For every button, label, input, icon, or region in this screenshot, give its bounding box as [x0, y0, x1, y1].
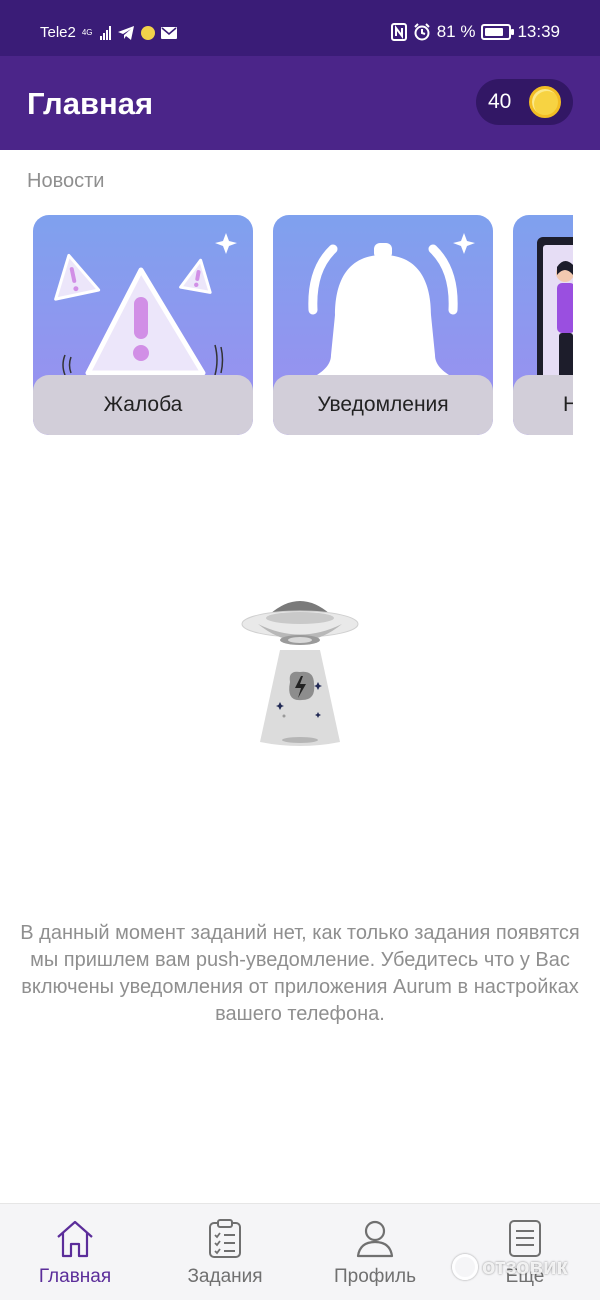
watermark: отзовик [452, 1254, 568, 1280]
news-card-label: Жалоба [33, 375, 253, 435]
bottom-nav: Главная Задания Профиль Еще [0, 1203, 600, 1300]
home-icon [57, 1220, 93, 1258]
alarm-icon [413, 23, 430, 41]
status-bar: Tele2 4G 81 % 13:39 [0, 0, 600, 56]
watermark-text: отзовик [482, 1254, 568, 1279]
nav-item-tasks[interactable]: Задания [150, 1204, 300, 1300]
signal-icon [99, 25, 111, 40]
network-type: 4G [81, 27, 93, 37]
nav-label: Профиль [333, 1266, 417, 1287]
news-card-notifications[interactable]: Уведомления [273, 215, 493, 435]
news-card-label: Уведомления [273, 375, 493, 435]
watermark-logo-icon [452, 1254, 478, 1280]
nav-item-more[interactable]: Еще [450, 1204, 600, 1300]
carrier-name: Tele2 [40, 24, 76, 41]
person-icon [537, 237, 573, 385]
nav-item-profile[interactable]: Профиль [300, 1204, 450, 1300]
coin-balance: 40 [488, 90, 512, 113]
battery-percent: 81 % [436, 22, 476, 41]
telegram-icon [117, 25, 134, 40]
news-section-title: Новости [27, 170, 105, 192]
nfc-icon [390, 23, 407, 41]
mail-icon [160, 26, 177, 39]
news-carousel[interactable]: Жалоба Уведомления Н [33, 215, 573, 437]
coin-balance-badge[interactable]: 40 [476, 79, 573, 125]
emoji-icon [140, 25, 155, 40]
nav-label: Задания [187, 1266, 263, 1287]
clock: 13:39 [517, 22, 560, 41]
news-card-third[interactable]: Н [513, 215, 573, 435]
bell-icon [308, 233, 475, 375]
nav-label: Главная [38, 1266, 112, 1287]
empty-tasks-message: В данный момент заданий нет, как только … [20, 922, 580, 1025]
news-card-label: Н [513, 375, 573, 435]
profile-icon [356, 1220, 394, 1258]
ufo-icon [241, 601, 359, 746]
more-icon [509, 1220, 541, 1257]
coin-icon [529, 86, 561, 118]
battery-icon [481, 24, 515, 40]
nav-item-home[interactable]: Главная [0, 1204, 150, 1300]
warning-icon [54, 233, 237, 376]
clipboard-icon [209, 1219, 241, 1258]
app-bar: Главная 40 [0, 56, 600, 150]
page-title: Главная [27, 86, 154, 121]
news-card-complaint[interactable]: Жалоба [33, 215, 253, 435]
